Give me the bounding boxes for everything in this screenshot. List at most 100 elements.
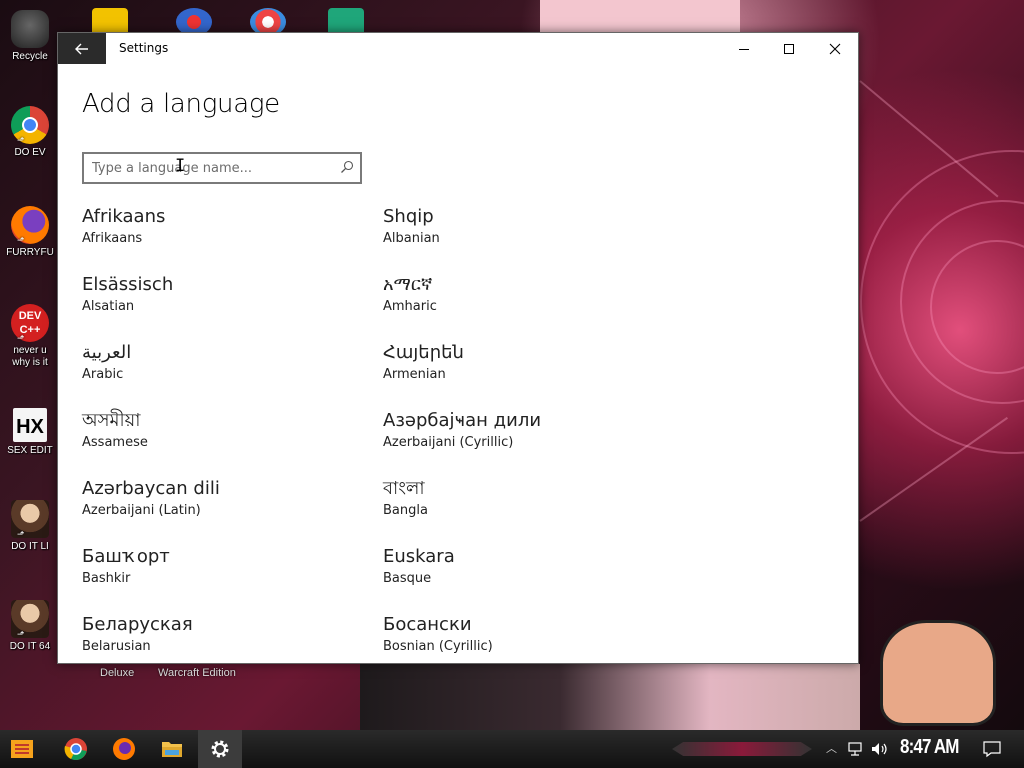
settings-gear-icon — [211, 740, 229, 758]
shortcut-arrow-icon: ⬏ — [17, 236, 25, 246]
language-item[interactable]: অসমীয়া Assamese — [82, 409, 372, 469]
maximize-icon — [784, 43, 794, 54]
taskbar: ︿ — [0, 730, 1024, 768]
language-native-name: Shqip — [383, 206, 434, 227]
desktop-icon-sex-edit[interactable]: HX SEX EDIT — [4, 408, 56, 457]
language-english-name: Armenian — [383, 367, 446, 382]
desktop-icon-label: never u — [13, 345, 47, 356]
language-english-name: Azerbaijani (Latin) — [82, 503, 201, 518]
desktop-icon-label: SEX EDIT — [7, 445, 53, 456]
language-native-name: العربية — [82, 342, 132, 363]
language-item[interactable]: العربية Arabic — [82, 341, 372, 401]
language-native-name: অসমীয়া — [82, 410, 141, 431]
start-icon — [11, 740, 33, 758]
desktop-icon-do-it-64[interactable]: ⬏ DO IT 64 — [4, 600, 56, 653]
language-english-name: Azerbaijani (Cyrillic) — [383, 435, 514, 450]
language-item[interactable]: Shqip Albanian — [383, 205, 673, 265]
language-english-name: Amharic — [383, 299, 437, 314]
language-item[interactable]: Босански Bosnian (Cyrillic) — [383, 613, 673, 663]
language-english-name: Bosnian (Cyrillic) — [383, 639, 493, 654]
minimize-icon — [739, 48, 749, 50]
language-item[interactable]: Azərbaycan dili Azerbaijani (Latin) — [82, 477, 372, 537]
volume-icon[interactable] — [870, 740, 890, 758]
back-arrow-icon — [75, 43, 88, 54]
desktop-icon-do-ev[interactable]: ⬏ DO EV — [4, 106, 56, 159]
desktop-icon-label: DO EV — [14, 147, 46, 158]
desktop-icon-label: DO IT LI — [11, 541, 49, 552]
language-english-name: Basque — [383, 571, 432, 586]
language-native-name: বাংলা — [383, 478, 425, 499]
language-item[interactable]: Беларуская Belarusian — [82, 613, 372, 663]
firefox-icon — [113, 738, 135, 760]
language-item[interactable]: Elsässisch Alsatian — [82, 273, 372, 333]
language-item[interactable]: Азәрбајҹан дили Azerbaijani (Cyrillic) — [383, 409, 673, 469]
language-native-name: Башҡорт — [82, 546, 170, 567]
language-native-name: Euskara — [383, 546, 455, 567]
language-native-name: Азәрбајҹан дили — [383, 410, 542, 431]
language-english-name: Belarusian — [82, 639, 151, 654]
show-hidden-icons-chevron-icon[interactable]: ︿ — [826, 740, 837, 756]
language-native-name: Elsässisch — [82, 274, 174, 295]
language-english-name: Bashkir — [82, 571, 131, 586]
desktop-icon-label: Deluxe — [100, 667, 135, 679]
language-item[interactable]: Հայերեն Armenian — [383, 341, 673, 401]
shortcut-arrow-icon: ⬏ — [17, 630, 25, 640]
title-bar[interactable]: Settings — [58, 33, 858, 64]
language-english-name: Afrikaans — [82, 231, 143, 246]
minimize-button[interactable] — [721, 33, 767, 64]
language-native-name: Azərbaycan dili — [82, 478, 220, 499]
wallpaper-fist — [880, 620, 996, 726]
taskbar-file-explorer-button[interactable] — [150, 730, 194, 768]
desktop-icon-label: Recycle — [12, 51, 48, 62]
text-cursor-icon: I — [175, 156, 186, 176]
wallpaper-character — [360, 664, 860, 730]
desktop-icon-label: Warcraft Edition — [158, 667, 236, 679]
search-icon[interactable] — [340, 160, 354, 174]
desktop-icon-label: FURRYFU — [6, 247, 54, 258]
language-native-name: Afrikaans — [82, 206, 166, 227]
shortcut-arrow-icon: ⬏ — [17, 334, 25, 344]
language-native-name: አማርኛ — [383, 274, 433, 295]
language-english-name: Alsatian — [82, 299, 135, 314]
language-english-name: Albanian — [383, 231, 440, 246]
language-search-box[interactable] — [82, 152, 362, 184]
desktop-icon-furryfu[interactable]: ⬏ FURRYFU — [4, 206, 56, 259]
desktop-icon-do-it-li[interactable]: ⬏ DO IT LI — [4, 500, 56, 553]
language-item[interactable]: Euskara Basque — [383, 545, 673, 605]
desktop-icon-recycle-bin[interactable]: Recycle — [4, 10, 56, 63]
start-button[interactable] — [0, 730, 44, 768]
action-center-icon[interactable] — [982, 740, 1002, 758]
language-native-name: Босански — [383, 614, 472, 635]
desktop-icon-label: why is it — [12, 357, 48, 368]
language-item[interactable]: አማርኛ Amharic — [383, 273, 673, 333]
maximize-button[interactable] — [766, 33, 812, 64]
close-icon — [829, 43, 841, 54]
taskbar-firefox-button[interactable] — [102, 730, 146, 768]
back-button[interactable] — [58, 33, 106, 64]
shortcut-arrow-icon: ⬏ — [17, 530, 25, 540]
desktop-icon-label: DO IT 64 — [9, 641, 51, 652]
language-item[interactable]: Башҡорт Bashkir — [82, 545, 372, 605]
language-search-input[interactable] — [92, 159, 328, 177]
settings-window: Settings Add a language I Afrikaans Afri… — [57, 32, 859, 664]
language-english-name: Bangla — [383, 503, 428, 518]
shortcut-arrow-icon: ⬏ — [17, 136, 25, 146]
network-icon[interactable] — [846, 740, 864, 758]
taskbar-chrome-button[interactable] — [54, 730, 98, 768]
taskbar-settings-button[interactable] — [198, 730, 242, 768]
close-button[interactable] — [812, 33, 858, 64]
language-item[interactable]: Afrikaans Afrikaans — [82, 205, 372, 265]
window-title: Settings — [119, 41, 169, 55]
desktop-icon-never-u[interactable]: DEV C++ ⬏ never u why is it — [4, 304, 56, 369]
language-item[interactable]: বাংলা Bangla — [383, 477, 673, 537]
recycle-bin-icon — [11, 10, 49, 48]
language-native-name: Беларуская — [82, 614, 193, 635]
chrome-icon — [64, 738, 87, 761]
language-english-name: Assamese — [82, 435, 148, 450]
language-english-name: Arabic — [82, 367, 124, 382]
taskbar-clock[interactable]: 8:47 AM — [900, 736, 959, 759]
language-native-name: Հայերեն — [383, 342, 464, 363]
page-title: Add a language — [82, 89, 280, 119]
file-explorer-icon — [162, 742, 182, 757]
taskbar-decoration — [252, 742, 812, 756]
